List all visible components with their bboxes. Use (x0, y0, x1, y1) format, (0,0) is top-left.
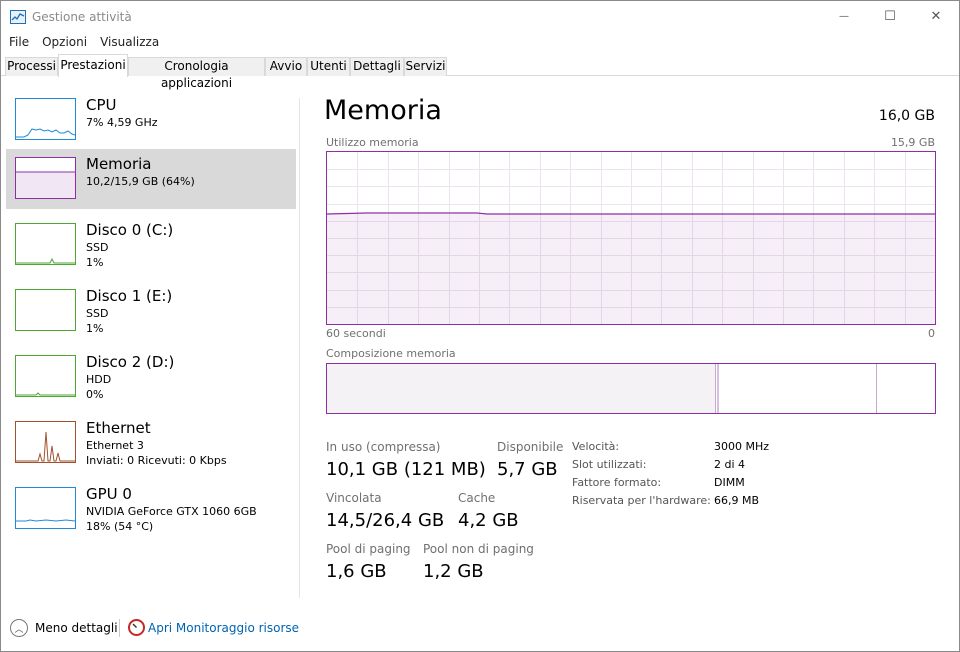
sidebar-item-detail: SSD (86, 307, 109, 320)
cpu-thumbnail-graph (15, 98, 76, 140)
in-use-value: 10,1 GB (121 MB) (326, 459, 486, 480)
menu-options[interactable]: Opzioni (34, 32, 92, 52)
committed-value: 14,5/26,4 GB (326, 510, 445, 531)
sidebar-item-disk-1[interactable]: Disco 1 (E:) SSD 1% (6, 281, 296, 341)
sidebar-item-title: Disco 2 (D:) (86, 353, 175, 371)
gpu-0-thumbnail-graph (15, 487, 76, 529)
footer-bar: ︿ Meno dettagli Apri Monitoraggio risors… (1, 613, 959, 643)
hardware-reserved-value: 66,9 MB (714, 494, 760, 507)
speed-value: 3000 MHz (714, 440, 770, 453)
sidebar-item-detail: 7% 4,59 GHz (86, 116, 158, 129)
sidebar-item-title: GPU 0 (86, 485, 132, 503)
sidebar-item-detail: Inviati: 0 Ricevuti: 0 Kbps (86, 454, 227, 467)
disk-2-thumbnail-graph (15, 355, 76, 397)
window-title: Gestione attività (32, 9, 132, 24)
task-manager-app-icon (10, 9, 26, 24)
close-icon: ✕ (930, 9, 942, 24)
resource-monitor-icon (128, 619, 145, 636)
memory-usage-area (327, 214, 935, 324)
memory-composition-label: Composizione memoria (326, 347, 456, 360)
open-resource-monitor-link[interactable]: Apri Monitoraggio risorse (148, 621, 299, 635)
hardware-reserved-label: Riservata per l'hardware: (572, 494, 711, 507)
memory-usage-graph (326, 151, 936, 325)
sidebar-item-disk-2[interactable]: Disco 2 (D:) HDD 0% (6, 347, 296, 407)
memory-composition-bar (326, 363, 936, 414)
composition-in-use-segment (327, 364, 716, 413)
tab-users[interactable]: Utenti (307, 57, 350, 76)
fewer-details-link[interactable]: Meno dettagli (35, 621, 118, 635)
sidebar-item-detail: HDD (86, 373, 112, 386)
total-memory: 16,0 GB (878, 108, 935, 124)
sidebar-item-title: Disco 0 (C:) (86, 221, 174, 239)
sidebar-item-title: CPU (86, 96, 117, 114)
maximize-icon: ☐ (884, 9, 896, 24)
graph-time-span-label: 60 secondi (326, 327, 386, 340)
memory-usage-graph-svg (326, 152, 935, 324)
memory-thumbnail-graph (15, 157, 76, 199)
task-manager-window: Gestione attività — ☐ ✕ File Opzioni Vis… (0, 0, 960, 652)
minimize-button[interactable]: — (821, 1, 867, 32)
tab-app-history[interactable]: Cronologia applicazioni (128, 57, 265, 90)
chevron-up-icon: ︿ (14, 624, 24, 635)
tab-startup[interactable]: Avvio (265, 57, 307, 76)
in-use-label: In uso (compressa) (326, 440, 441, 454)
sidebar-item-cpu[interactable]: CPU 7% 4,59 GHz (6, 90, 296, 150)
maximize-button[interactable]: ☐ (867, 1, 913, 32)
sidebar-item-title: Memoria (86, 155, 152, 173)
sidebar-item-title: Disco 1 (E:) (86, 287, 173, 305)
sidebar-item-memory[interactable]: Memoria 10,2/15,9 GB (64%) (6, 149, 296, 209)
sidebar-item-detail: SSD (86, 241, 109, 254)
disk-0-thumbnail-graph (15, 223, 76, 265)
sidebar-item-detail: 0% (86, 388, 104, 401)
nonpaged-pool-label: Pool non di paging (423, 542, 534, 556)
sidebar-item-detail: 10,2/15,9 GB (64%) (86, 175, 195, 188)
sidebar-divider (299, 98, 300, 598)
graph-time-now-label: 0 (928, 327, 935, 340)
sidebar-item-detail: 18% (54 °C) (86, 520, 154, 533)
close-button[interactable]: ✕ (913, 1, 959, 32)
committed-label: Vincolata (326, 491, 382, 505)
minimize-icon: — (839, 11, 849, 22)
page-title: Memoria (324, 95, 442, 126)
fewer-details-button[interactable]: ︿ (10, 619, 28, 637)
slots-value: 2 di 4 (714, 458, 746, 471)
sidebar-item-disk-0[interactable]: Disco 0 (C:) SSD 1% (6, 215, 296, 275)
tab-services[interactable]: Servizi (404, 57, 447, 76)
tab-processes[interactable]: Processi (5, 57, 58, 76)
speed-label: Velocità: (572, 440, 620, 453)
sidebar-item-detail: Ethernet 3 (86, 439, 144, 452)
memory-thumbnail-area (16, 172, 75, 198)
form-factor-value: DIMM (714, 476, 745, 489)
paged-pool-value: 1,6 GB (326, 561, 387, 582)
disk-1-thumbnail-graph (15, 289, 76, 331)
sidebar-item-detail: 1% (86, 322, 104, 335)
footer-divider (119, 619, 120, 637)
menu-bar: File Opzioni Visualizza (1, 32, 164, 52)
tab-performance[interactable]: Prestazioni (58, 54, 128, 77)
available-value: 5,7 GB (497, 459, 558, 480)
composition-standby-segment (719, 364, 877, 413)
cached-value: 4,2 GB (458, 510, 519, 531)
tab-bar: Processi Prestazioni Cronologia applicaz… (1, 53, 959, 90)
slots-label: Slot utilizzati: (572, 458, 647, 471)
form-factor-label: Fattore formato: (572, 476, 662, 489)
window-controls: — ☐ ✕ (821, 1, 959, 32)
title-bar: Gestione attività — ☐ ✕ (1, 1, 959, 32)
sidebar-item-detail: NVIDIA GeForce GTX 1060 6GB (86, 505, 257, 518)
tab-details[interactable]: Dettagli (350, 57, 404, 76)
paged-pool-label: Pool di paging (326, 542, 411, 556)
ethernet-thumbnail-graph (15, 421, 76, 463)
available-label: Disponibile (497, 440, 564, 454)
sidebar-item-ethernet[interactable]: Ethernet Ethernet 3 Inviati: 0 Ricevuti:… (6, 413, 296, 473)
cached-label: Cache (458, 491, 496, 505)
memory-usage-max-label: 15,9 GB (890, 136, 935, 149)
menu-view[interactable]: Visualizza (92, 32, 164, 52)
menu-file[interactable]: File (1, 32, 34, 52)
nonpaged-pool-value: 1,2 GB (423, 561, 484, 582)
sidebar-item-title: Ethernet (86, 419, 151, 437)
performance-sidebar: CPU 7% 4,59 GHz Memoria 10,2/15,9 GB (64… (1, 90, 299, 600)
sidebar-item-gpu-0[interactable]: GPU 0 NVIDIA GeForce GTX 1060 6GB 18% (5… (6, 479, 296, 539)
sidebar-item-detail: 1% (86, 256, 104, 269)
memory-usage-label: Utilizzo memoria (326, 136, 419, 149)
